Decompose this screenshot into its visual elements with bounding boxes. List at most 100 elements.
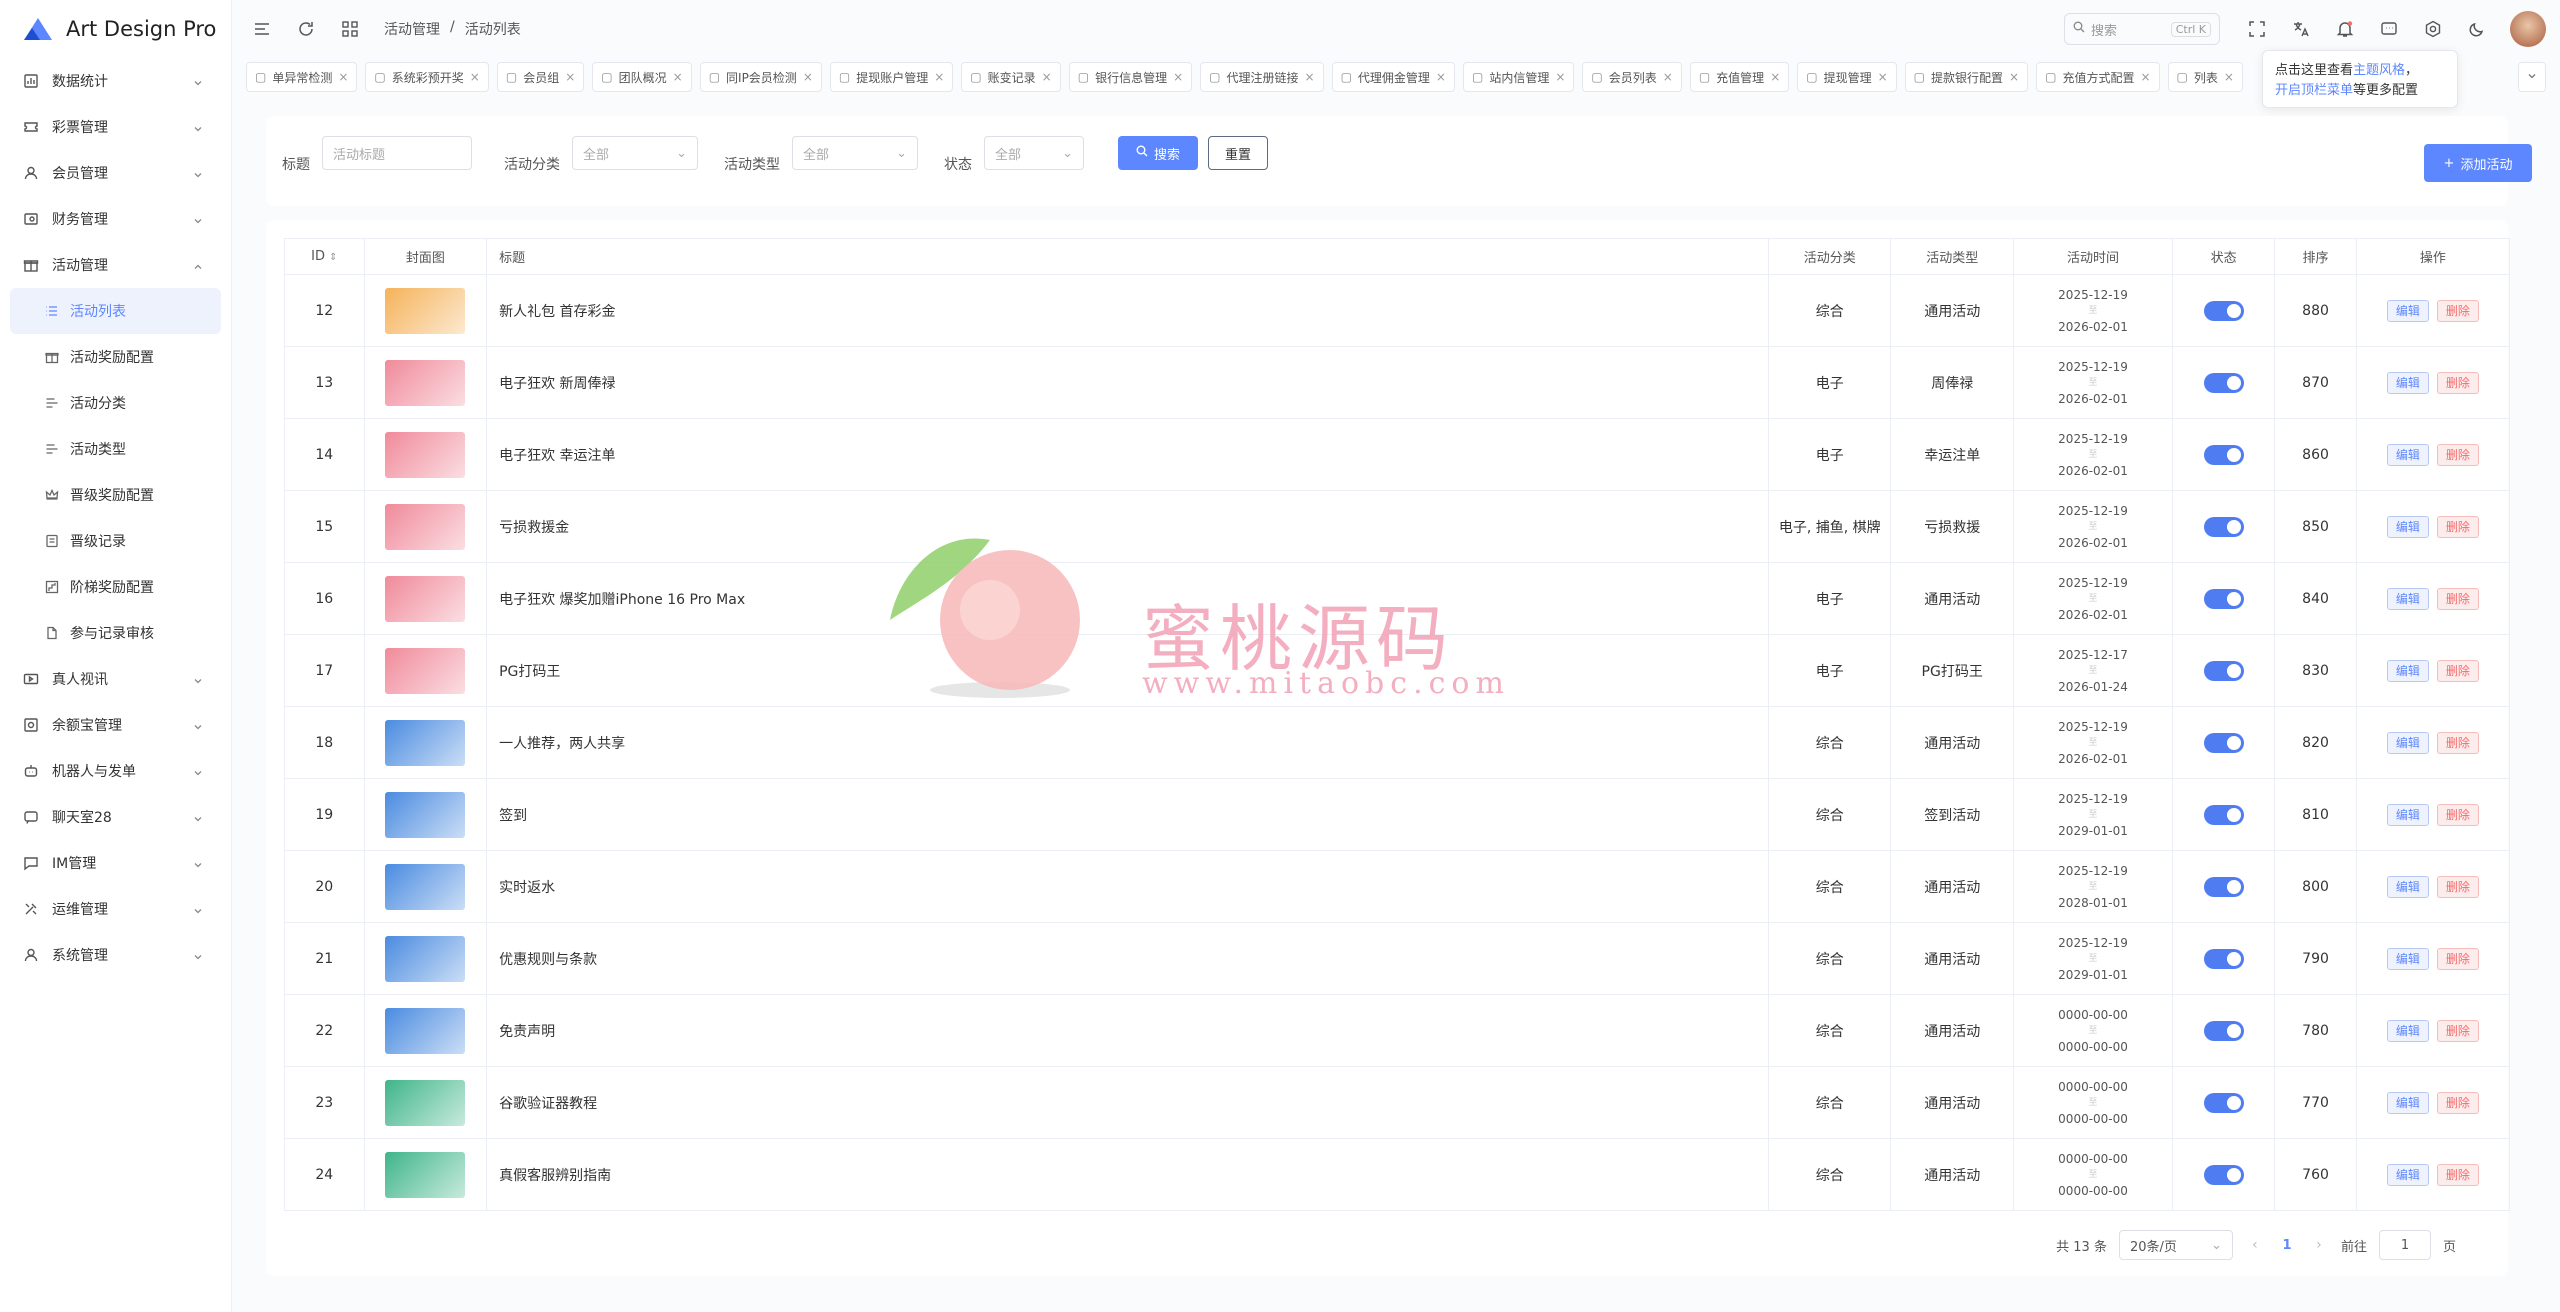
prev-page-icon[interactable]: ‹ — [2245, 1237, 2265, 1253]
delete-button[interactable]: 删除 — [2436, 1091, 2479, 1114]
edit-button[interactable]: 编辑 — [2386, 1091, 2429, 1114]
edit-button[interactable]: 编辑 — [2386, 1019, 2429, 1042]
delete-button[interactable]: 删除 — [2436, 443, 2479, 466]
edit-button[interactable]: 编辑 — [2386, 299, 2429, 322]
close-icon[interactable]: × — [2009, 70, 2019, 84]
cover-image[interactable] — [385, 863, 466, 910]
status-toggle[interactable] — [2203, 372, 2244, 393]
delete-button[interactable]: 删除 — [2436, 515, 2479, 538]
sidebar-subitem-tier-reward[interactable]: 阶梯奖励配置 — [0, 564, 231, 610]
cover-image[interactable] — [385, 1079, 466, 1126]
close-icon[interactable]: × — [1878, 70, 1888, 84]
cover-image[interactable] — [385, 575, 466, 622]
notification-bell-icon[interactable] — [2334, 18, 2356, 40]
tab-item[interactable]: ▢ 代理佣金管理 × — [1331, 62, 1455, 92]
delete-button[interactable]: 删除 — [2436, 371, 2479, 394]
tab-item[interactable]: ▢ 充值方式配置 × — [2036, 62, 2160, 92]
category-filter-select[interactable]: 全部 ⌄ — [572, 136, 698, 170]
sidebar-item-yuebao[interactable]: 余额宝管理 — [0, 702, 231, 748]
cover-image[interactable] — [385, 1151, 466, 1198]
language-icon[interactable] — [2290, 18, 2312, 40]
tab-item[interactable]: ▢ 团队概况 × — [592, 62, 692, 92]
delete-button[interactable]: 删除 — [2436, 947, 2479, 970]
type-filter-select[interactable]: 全部 ⌄ — [792, 136, 918, 170]
close-icon[interactable]: × — [338, 70, 348, 84]
tab-item[interactable]: ▢ 单异常检测 × — [246, 62, 358, 92]
status-toggle[interactable] — [2203, 444, 2244, 465]
close-icon[interactable]: × — [1436, 70, 1446, 84]
edit-button[interactable]: 编辑 — [2386, 803, 2429, 826]
dark-mode-moon-icon[interactable] — [2466, 18, 2488, 40]
close-icon[interactable]: × — [1305, 70, 1315, 84]
sidebar-item-im[interactable]: IM管理 — [0, 840, 231, 886]
status-toggle[interactable] — [2203, 516, 2244, 537]
fullscreen-icon[interactable] — [2246, 18, 2268, 40]
sidebar-item-lottery[interactable]: 彩票管理 — [0, 104, 231, 150]
tab-item[interactable]: ▢ 同IP会员检测 × — [699, 62, 822, 92]
delete-button[interactable]: 删除 — [2436, 1163, 2479, 1186]
edit-button[interactable]: 编辑 — [2386, 371, 2429, 394]
edit-button[interactable]: 编辑 — [2386, 1163, 2429, 1186]
edit-button[interactable]: 编辑 — [2386, 731, 2429, 754]
delete-button[interactable]: 删除 — [2436, 803, 2479, 826]
delete-button[interactable]: 删除 — [2436, 731, 2479, 754]
apps-grid-icon[interactable] — [340, 19, 360, 39]
tabs-more-button[interactable] — [2518, 62, 2546, 92]
cover-image[interactable] — [385, 359, 466, 406]
close-icon[interactable]: × — [934, 70, 944, 84]
sidebar-subitem-category[interactable]: 活动分类 — [0, 380, 231, 426]
status-toggle[interactable] — [2203, 732, 2244, 753]
delete-button[interactable]: 删除 — [2436, 875, 2479, 898]
tab-item[interactable]: ▢ 银行信息管理 × — [1068, 62, 1193, 92]
delete-button[interactable]: 删除 — [2436, 299, 2479, 322]
sidebar-item-activity[interactable]: 活动管理 — [0, 242, 231, 288]
cover-image[interactable] — [385, 791, 466, 838]
close-icon[interactable]: × — [470, 70, 480, 84]
sidebar-subitem-promotion-reward[interactable]: 晋级奖励配置 — [0, 472, 231, 518]
delete-button[interactable]: 删除 — [2436, 1019, 2479, 1042]
status-toggle[interactable] — [2203, 948, 2244, 969]
close-icon[interactable]: × — [673, 70, 683, 84]
close-icon[interactable]: × — [1663, 70, 1673, 84]
sidebar-item-chatroom[interactable]: 聊天室28 — [0, 794, 231, 840]
sidebar-subitem-reward-config[interactable]: 活动奖励配置 — [0, 334, 231, 380]
tab-item[interactable]: ▢ 站内信管理 × — [1462, 62, 1575, 92]
delete-button[interactable]: 删除 — [2436, 587, 2479, 610]
tab-item[interactable]: ▢ 会员列表 × — [1582, 62, 1682, 92]
tab-item[interactable]: ▢ 会员组 × — [496, 62, 585, 92]
cover-image[interactable] — [385, 431, 466, 478]
edit-button[interactable]: 编辑 — [2386, 875, 2429, 898]
tab-item[interactable]: ▢ 账变记录 × — [961, 62, 1061, 92]
sidebar-item-robot[interactable]: 机器人与发单 — [0, 748, 231, 794]
edit-button[interactable]: 编辑 — [2386, 587, 2429, 610]
current-page[interactable]: 1 — [2277, 1238, 2297, 1253]
goto-page-input[interactable]: 1 — [2378, 1230, 2431, 1260]
close-icon[interactable]: × — [1173, 70, 1183, 84]
status-toggle[interactable] — [2203, 1164, 2244, 1185]
cover-image[interactable] — [385, 647, 466, 694]
tab-item[interactable]: ▢ 提款银行配置 × — [1904, 62, 2029, 92]
next-page-icon[interactable]: › — [2309, 1237, 2329, 1253]
close-icon[interactable]: × — [803, 70, 813, 84]
tab-item[interactable]: ▢ 代理注册链接 × — [1200, 62, 1324, 92]
sidebar-item-finance[interactable]: 财务管理 — [0, 196, 231, 242]
sidebar-subitem-promotion-record[interactable]: 晋级记录 — [0, 518, 231, 564]
title-filter-input[interactable]: 活动标题 — [322, 136, 472, 170]
edit-button[interactable]: 编辑 — [2386, 947, 2429, 970]
global-search[interactable]: 搜索 Ctrl K — [2064, 13, 2220, 45]
settings-gear-icon[interactable] — [2422, 18, 2444, 40]
close-icon[interactable]: × — [565, 70, 575, 84]
cover-image[interactable] — [385, 935, 466, 982]
col-id-header[interactable]: ID ⇕ — [284, 238, 365, 275]
tab-item[interactable]: ▢ 列表 × — [2167, 62, 2243, 92]
status-toggle[interactable] — [2203, 804, 2244, 825]
tab-item[interactable]: ▢ 提现账户管理 × — [829, 62, 954, 92]
page-size-select[interactable]: 20条/页 ⌄ — [2118, 1230, 2233, 1260]
sidebar-subitem-activity-list[interactable]: 活动列表 — [10, 288, 221, 334]
sidebar-subitem-type[interactable]: 活动类型 — [0, 426, 231, 472]
refresh-icon[interactable] — [296, 19, 316, 39]
cover-image[interactable] — [385, 1007, 466, 1054]
status-toggle[interactable] — [2203, 1092, 2244, 1113]
edit-button[interactable]: 编辑 — [2386, 659, 2429, 682]
tab-item[interactable]: ▢ 系统彩预开奖 × — [365, 62, 489, 92]
